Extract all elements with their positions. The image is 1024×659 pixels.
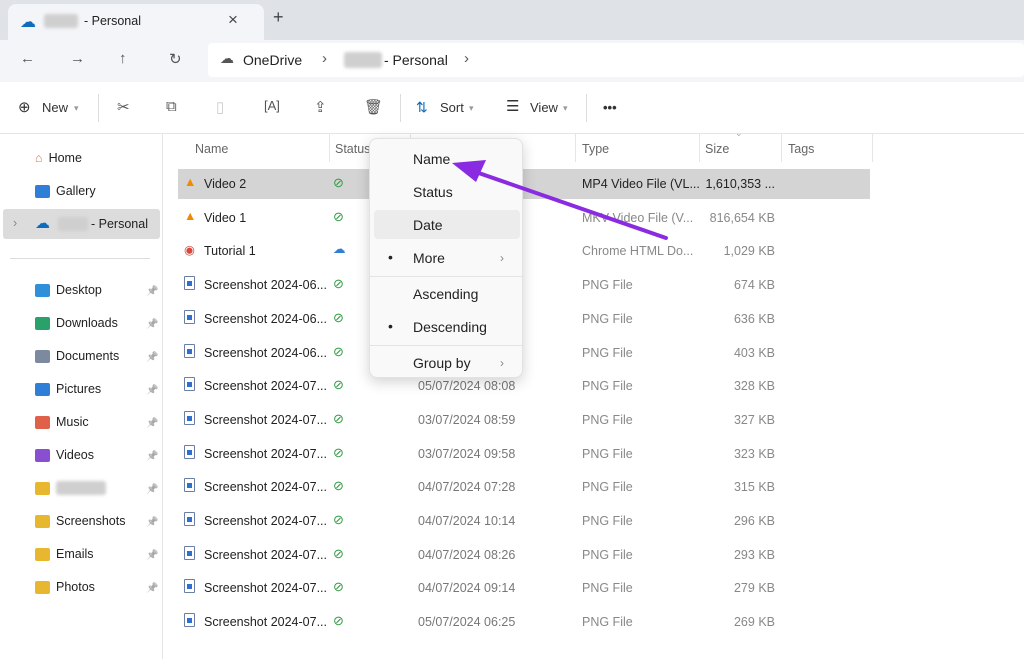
pin-icon[interactable]: 📌 — [146, 451, 158, 462]
arrow-shaft — [468, 168, 668, 240]
pin-icon[interactable]: 📌 — [146, 517, 158, 528]
pin-icon[interactable]: 📌 — [146, 418, 158, 429]
pin-icon[interactable]: 📌 — [146, 484, 158, 495]
arrow-head — [452, 160, 486, 182]
pin-icon[interactable]: 📌 — [146, 583, 158, 594]
pin-icon[interactable]: 📌 — [146, 550, 158, 561]
pin-icon[interactable]: 📌 — [146, 286, 158, 297]
pin-icon[interactable]: 📌 — [146, 319, 158, 330]
pin-icon[interactable]: 📌 — [146, 385, 158, 396]
pin-icon[interactable]: 📌 — [146, 352, 158, 363]
